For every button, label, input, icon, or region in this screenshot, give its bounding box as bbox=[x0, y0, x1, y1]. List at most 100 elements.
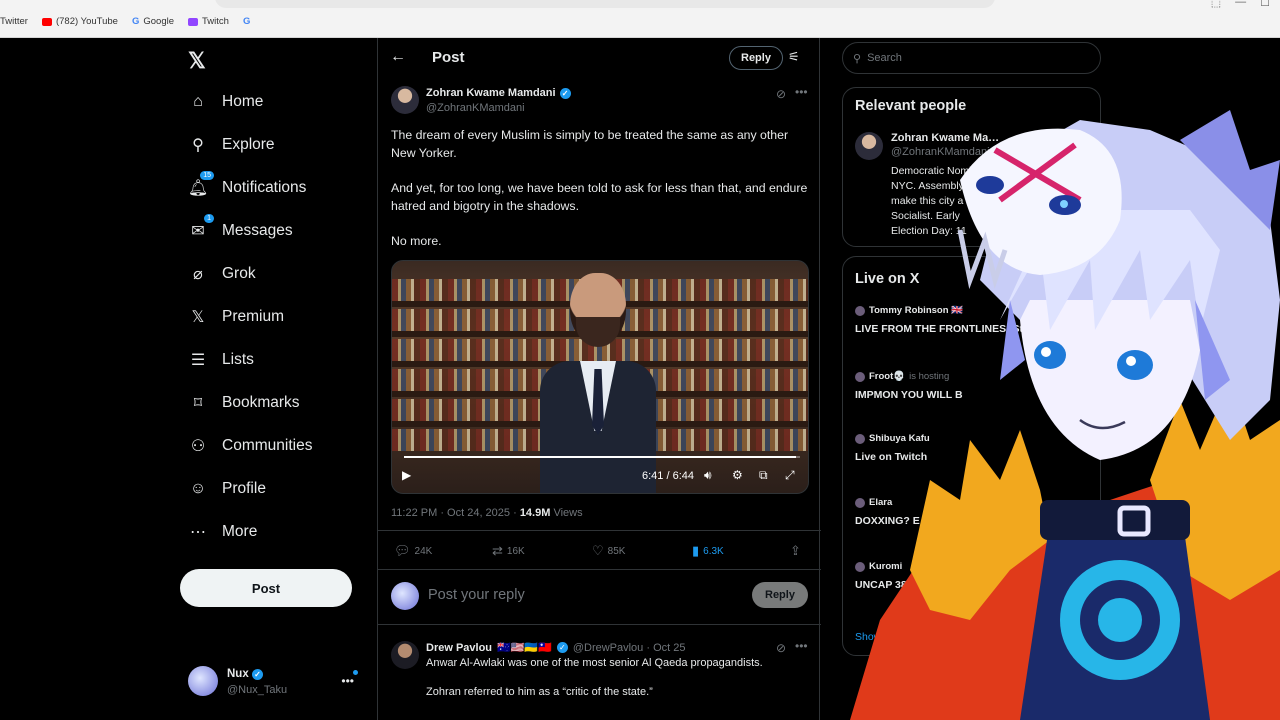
live-host-name: Shibuya Kafu bbox=[869, 433, 930, 444]
notification-badge: 1 bbox=[204, 214, 214, 223]
reply-input[interactable]: Post your reply bbox=[428, 587, 525, 603]
video-progress-bar[interactable] bbox=[404, 456, 800, 458]
more-icon[interactable]: ••• bbox=[341, 674, 354, 688]
avatar bbox=[855, 371, 865, 382]
settings-icon[interactable]: ⚙ bbox=[732, 468, 743, 482]
maximize-icon[interactable]: ☐ bbox=[1260, 0, 1270, 9]
avatar bbox=[855, 497, 865, 508]
nav-item-explore[interactable]: ⚲ Explore bbox=[188, 135, 274, 155]
share-icon: ⇪ bbox=[790, 543, 801, 558]
more-options-icon[interactable]: ••• bbox=[795, 85, 808, 99]
tweet-paragraph-1: The dream of every Muslim is simply to b… bbox=[391, 128, 789, 160]
show-more-link[interactable]: Show bbox=[855, 631, 881, 643]
bookmark-filled-icon: ▮ bbox=[692, 543, 700, 558]
list-icon: ☰ bbox=[190, 352, 206, 369]
account-switcher[interactable]: Nux ✓ @Nux_Taku ••• bbox=[188, 666, 364, 702]
bookmark-google-2[interactable]: G bbox=[243, 16, 250, 27]
nav-label: Grok bbox=[222, 265, 256, 282]
live-host: Froot💀 is hosting bbox=[855, 371, 1095, 382]
nav-label: More bbox=[222, 523, 258, 540]
comment-author-name[interactable]: Drew Pavlou bbox=[426, 642, 492, 654]
play-icon[interactable]: ▶ bbox=[402, 468, 411, 482]
nav-item-messages[interactable]: ✉ 1 Messages bbox=[188, 214, 293, 241]
address-bar[interactable]: x.com/ZohranKMamdani/status/198192155441… bbox=[215, 0, 995, 8]
post-header: ← Post Reply ⚟ bbox=[378, 38, 821, 78]
people-icon: ⚇ bbox=[190, 438, 206, 455]
youtube-icon bbox=[41, 17, 52, 26]
relevant-person-avatar[interactable] bbox=[855, 132, 883, 160]
author-name[interactable]: Zohran Kwame Mamdani ✓ bbox=[426, 87, 571, 99]
tweet-actions: 💬︎ 24K ⇄ 16K ♡ 85K ▮ 6.3K ⇪ bbox=[378, 530, 821, 570]
nav-item-home[interactable]: ⌂ Home bbox=[188, 92, 263, 112]
video-speaker bbox=[540, 273, 656, 493]
home-icon: ⌂ bbox=[193, 93, 203, 110]
comment-handle[interactable]: @DrewPavlou · Oct 25 bbox=[573, 642, 686, 654]
search-input[interactable]: ⚲ Search bbox=[842, 42, 1101, 74]
nav-item-bookmarks[interactable]: ⌑ Bookmarks bbox=[188, 393, 300, 413]
views-label: Views bbox=[550, 507, 583, 519]
left-navigation: 𝕏 ⌂ Home ⚲ Explore 🔔︎ 15 Notifications ✉ 1 Messag… bbox=[180, 38, 376, 720]
live-host-name: Elara bbox=[869, 497, 893, 508]
live-item[interactable]: Shibuya Kafu Live on Twitch bbox=[855, 433, 1095, 465]
bookmark-twitter[interactable]: Twitter bbox=[0, 16, 28, 27]
nav-item-communities[interactable]: ⚇ Communities bbox=[188, 436, 313, 456]
comment-flags: 🇦🇺🇺🇸🇺🇦🇹🇼 bbox=[497, 642, 552, 654]
pip-icon[interactable]: ⧉ bbox=[759, 468, 768, 483]
person-icon: ☺ bbox=[189, 480, 207, 497]
extensions-icon[interactable]: ⬚ bbox=[1211, 0, 1221, 9]
nav-label: Home bbox=[222, 93, 264, 110]
comment-line-1: Anwar Al-Awlaki was one of the most seni… bbox=[426, 657, 763, 669]
live-on-x-title: Live on X bbox=[855, 271, 920, 287]
live-item[interactable]: Kuromi UNCAP 38 + F bbox=[855, 561, 1095, 593]
grok-icon[interactable]: ⊘ bbox=[776, 641, 786, 655]
nav-item-premium[interactable]: 𝕏 Premium bbox=[188, 307, 284, 327]
nav-item-notifications[interactable]: 🔔︎ 15 Notifications bbox=[188, 171, 306, 198]
nav-item-lists[interactable]: ☰ Lists bbox=[188, 350, 254, 370]
grok-icon[interactable]: ⊘ bbox=[776, 87, 786, 101]
nav-item-more[interactable]: ⋯ More bbox=[188, 522, 257, 542]
google-icon: G bbox=[131, 16, 140, 27]
nav-item-profile[interactable]: ☺ Profile bbox=[188, 479, 266, 499]
video-player[interactable]: ▶ 6:41 / 6:44 🔊︎ ⚙ ⧉ ⤢ bbox=[391, 260, 809, 494]
live-item[interactable]: Froot💀 is hosting IMPMON YOU WILL B bbox=[855, 371, 1095, 403]
comment-avatar[interactable] bbox=[391, 641, 419, 669]
live-item[interactable]: Elara DOXXING? E MEMBER ACC bbox=[855, 497, 1095, 529]
minimize-icon[interactable]: — bbox=[1235, 0, 1246, 9]
live-title: LIVE FROM THE FRONTLINES: Standing ... bbox=[855, 323, 1070, 335]
bookmark-google[interactable]: G Google bbox=[132, 16, 174, 27]
reply-action[interactable]: 💬︎ 24K bbox=[394, 543, 432, 559]
share-action[interactable]: ⇪ bbox=[790, 543, 801, 559]
back-arrow-icon[interactable]: ← bbox=[390, 48, 406, 66]
relevant-person-name[interactable]: Zohran Kwame Ma… bbox=[891, 132, 999, 144]
account-name: Nux ✓ bbox=[227, 668, 263, 680]
x-icon: 𝕏 bbox=[191, 309, 205, 326]
author-handle[interactable]: @ZohranKMamdani bbox=[426, 102, 525, 114]
nav-label: Bookmarks bbox=[222, 394, 300, 411]
live-host-name: Kuromi bbox=[869, 561, 903, 572]
reply-submit-button[interactable]: Reply bbox=[752, 582, 808, 608]
bookmark-youtube[interactable]: (782) YouTube bbox=[41, 16, 118, 27]
mail-icon: ✉ 1 bbox=[188, 214, 214, 241]
like-action[interactable]: ♡ 85K bbox=[592, 543, 625, 559]
live-item[interactable]: Tommy Robinson 🇬🇧 LIVE FROM THE FRONTLINE… bbox=[855, 305, 1095, 337]
tweet-paragraph-2: And yet, for too long, we have been told… bbox=[391, 181, 808, 213]
relevant-person-handle[interactable]: @ZohranKMamdani bbox=[891, 146, 990, 158]
x-logo-icon[interactable]: 𝕏 bbox=[188, 48, 206, 74]
fullscreen-icon[interactable]: ⤢ bbox=[785, 468, 795, 483]
tweet-timestamp[interactable]: 11:22 PM · Oct 24, 2025 · bbox=[391, 507, 520, 519]
live-on-x-panel: Live on X Tommy Robinson 🇬🇧 LIVE FROM THE… bbox=[842, 256, 1101, 656]
sliders-icon[interactable]: ⚟ bbox=[788, 49, 800, 65]
author-avatar[interactable] bbox=[391, 86, 419, 114]
post-button[interactable]: Post bbox=[180, 569, 352, 607]
bookmark-action[interactable]: ▮ 6.3K bbox=[692, 543, 724, 559]
live-title: IMPMON YOU WILL B bbox=[855, 389, 963, 401]
nav-item-grok[interactable]: ⌀ Grok bbox=[188, 264, 256, 284]
relevant-people-panel: Relevant people Zohran Kwame Ma… @Zohran… bbox=[842, 87, 1101, 247]
comment-line-2: Zohran referred to him as a “critic of t… bbox=[426, 686, 653, 698]
reply-filter-button[interactable]: Reply bbox=[729, 46, 783, 70]
live-title: Live on Twitch bbox=[855, 451, 928, 463]
bookmark-twitch[interactable]: Twitch bbox=[188, 16, 229, 27]
more-options-icon[interactable]: ••• bbox=[795, 639, 808, 653]
repost-action[interactable]: ⇄ 16K bbox=[492, 543, 525, 559]
volume-icon[interactable]: 🔊︎ bbox=[704, 468, 712, 483]
